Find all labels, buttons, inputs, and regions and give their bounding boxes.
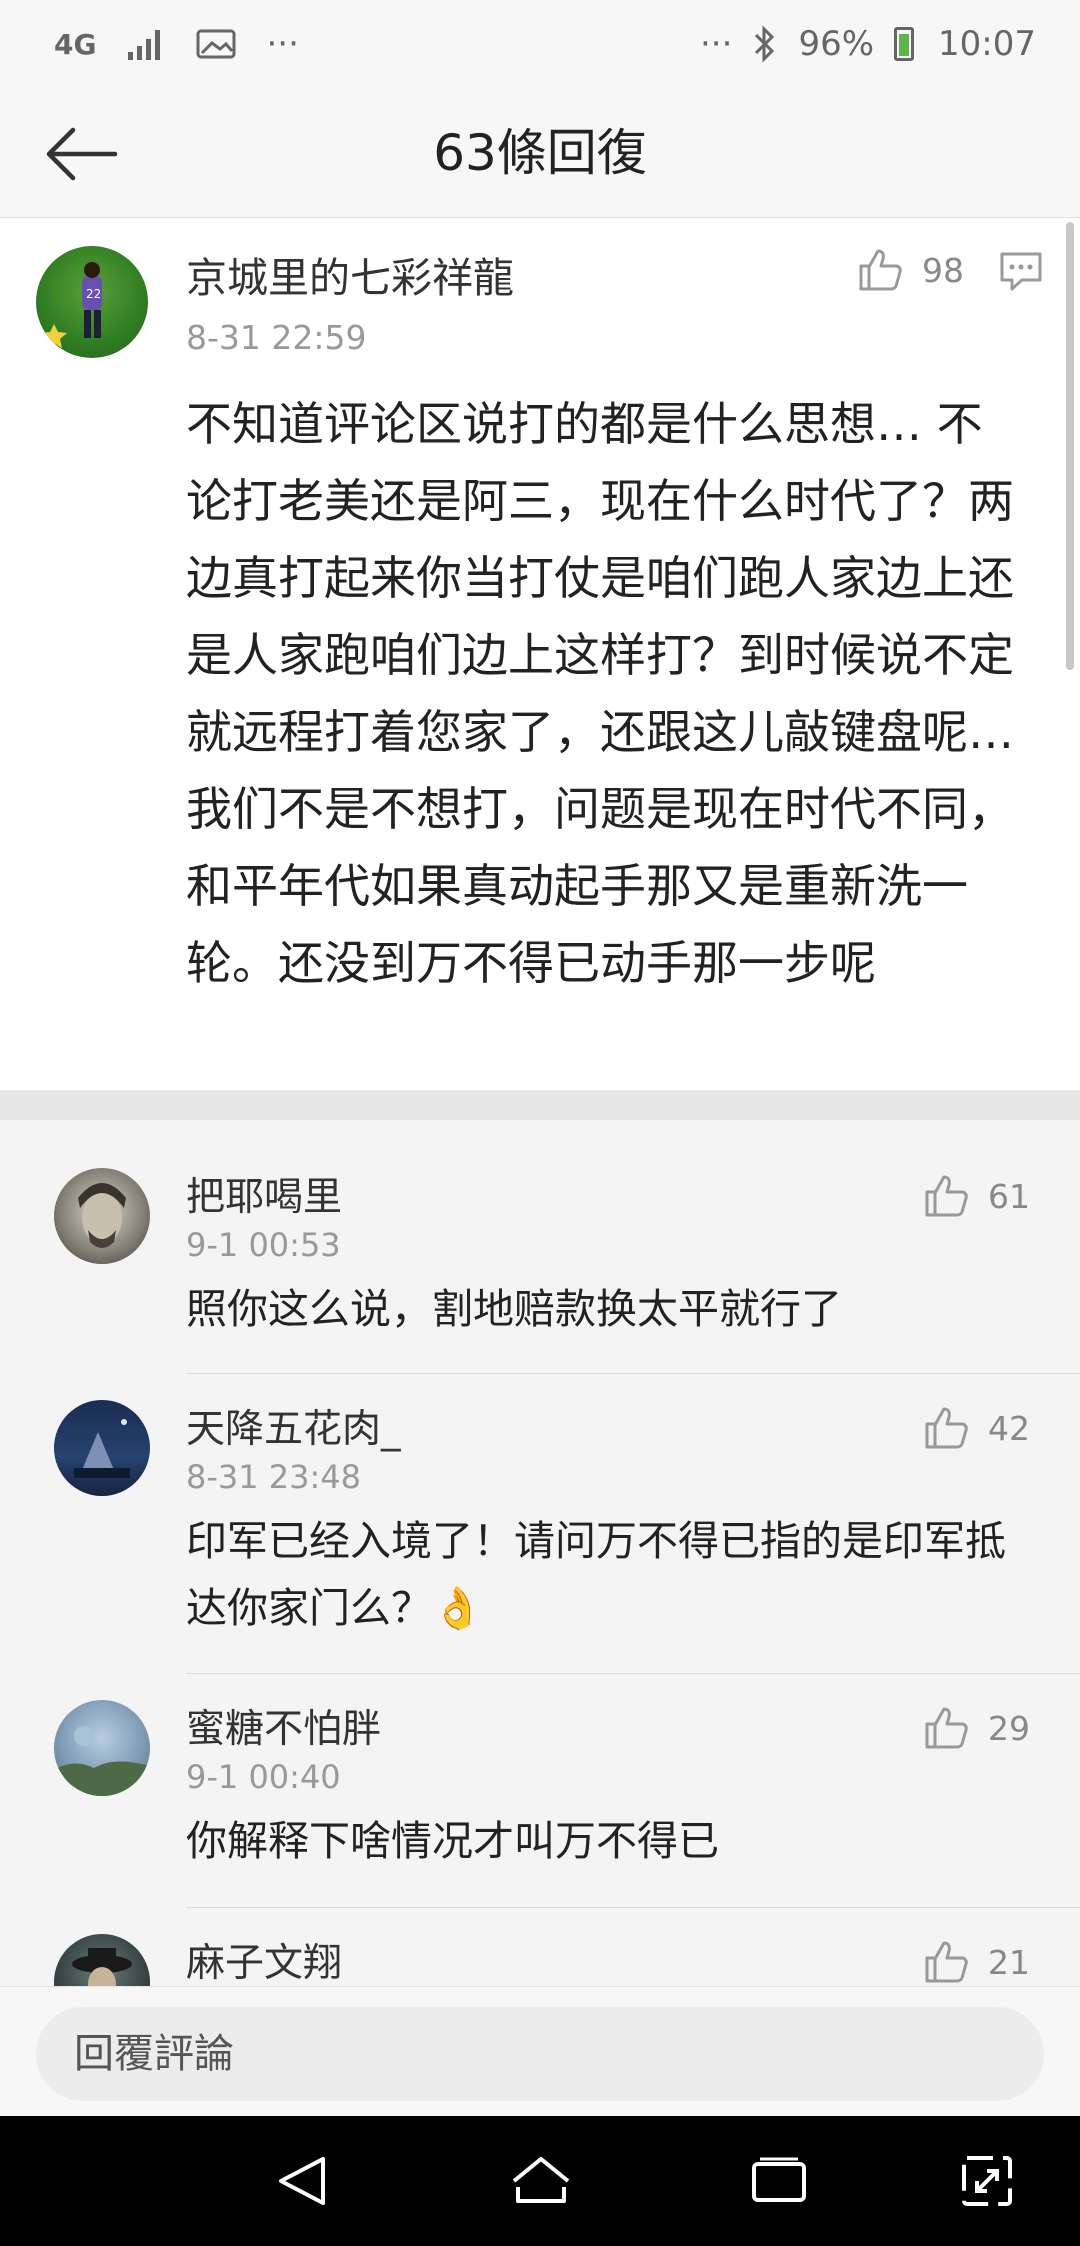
comment-text: 不知道评论区说打的都是什么思想… 不论打老美还是阿三，现在什么时代了？两边真打起… — [186, 397, 1014, 990]
like-button[interactable]: 21 — [922, 1938, 1030, 1986]
system-nav-bar — [0, 2116, 1080, 2246]
reply-username[interactable]: 天降五花肉_ — [186, 1398, 401, 1454]
thumbs-up-icon — [859, 249, 902, 291]
more-right-label: ··· — [700, 24, 733, 64]
like-button[interactable]: 42 — [922, 1404, 1030, 1452]
list-item: 天降五花肉_ 8-31 23:48 42 印军已经入境了！请问万不得已指的是印军… — [0, 1374, 1080, 1674]
network-type-label: 4G — [54, 27, 97, 61]
like-count: 29 — [988, 1708, 1030, 1748]
reply-input[interactable]: 回覆評論 — [36, 2007, 1044, 2101]
list-item: 把耶喝里 9-1 00:53 61 照你这么说，割地赔款换太平就行了 — [0, 1142, 1080, 1374]
thumbs-up-icon — [925, 1941, 968, 1983]
avatar[interactable] — [54, 1934, 150, 1986]
thumbs-up-icon — [925, 1407, 968, 1449]
like-button[interactable]: 98 — [856, 246, 964, 294]
reply-text: 印军已经入境了！请问万不得已指的是印军抵达你家门么？👌 — [186, 1517, 1006, 1632]
like-button[interactable]: 29 — [922, 1704, 1030, 1752]
nav-expand-button[interactable] — [952, 2146, 1022, 2216]
bluetooth-icon — [752, 24, 778, 64]
thumbs-up-icon — [925, 1707, 968, 1749]
reply-username[interactable]: 蜜糖不怕胖 — [186, 1698, 381, 1754]
battery-icon — [894, 27, 915, 61]
nav-recents-button[interactable] — [744, 2146, 814, 2216]
reply-timestamp: 8-31 23:48 — [186, 1458, 362, 1496]
main-comment: 22 京城里的七彩祥龍 8-31 22:59 98 不知道评论区说打的都是什么思… — [0, 218, 1080, 1090]
avatar[interactable]: 22 — [36, 246, 148, 358]
reply-timestamp: 9-1 00:40 — [186, 1758, 341, 1796]
status-bar: 4G ··· ··· 96% 10:07 — [0, 0, 1080, 88]
nav-back-button[interactable] — [266, 2146, 336, 2216]
more-left-label: ··· — [266, 24, 299, 64]
avatar[interactable] — [54, 1168, 150, 1264]
reply-username[interactable]: 麻子文翔 — [186, 1932, 342, 1986]
svg-text:22: 22 — [86, 287, 101, 301]
like-count: 98 — [922, 250, 964, 290]
nav-home-button[interactable] — [506, 2146, 576, 2216]
like-button[interactable]: 61 — [922, 1172, 1030, 1220]
triangle-back-icon — [279, 2157, 325, 2205]
reply-text: 照你这么说，割地赔款换太平就行了 — [186, 1285, 842, 1333]
header-bar: 63條回復 — [0, 88, 1080, 218]
reply-text: 你解释下啥情况才叫万不得已 — [186, 1817, 719, 1865]
reply-username[interactable]: 把耶喝里 — [186, 1166, 342, 1222]
reply-input-bar: 回覆評論 — [0, 1986, 1080, 2116]
page-title: 63條回復 — [433, 124, 647, 182]
like-count: 61 — [988, 1176, 1030, 1216]
comment-timestamp: 8-31 22:59 — [186, 318, 367, 357]
list-item: 麻子文翔 21 — [0, 1908, 1080, 1986]
reply-comment-button[interactable] — [998, 250, 1044, 294]
list-item: 蜜糖不怕胖 9-1 00:40 29 你解释下啥情况才叫万不得已 — [0, 1674, 1080, 1908]
home-icon — [512, 2157, 570, 2203]
avatar[interactable] — [54, 1700, 150, 1796]
signal-icon — [126, 24, 166, 64]
expand-icon — [962, 2156, 1012, 2206]
image-icon — [196, 24, 236, 64]
comment-username[interactable]: 京城里的七彩祥龍 — [186, 244, 514, 304]
battery-percent: 96% — [798, 24, 875, 64]
reply-timestamp: 9-1 00:53 — [186, 1226, 341, 1264]
like-count: 21 — [988, 1942, 1030, 1982]
scrollbar[interactable] — [1066, 222, 1074, 670]
clock: 10:07 — [938, 24, 1036, 64]
section-divider — [0, 1090, 1080, 1120]
comment-icon — [1000, 252, 1042, 291]
reply-list: 把耶喝里 9-1 00:53 61 照你这么说，割地赔款换太平就行了 天降五花肉… — [0, 1120, 1080, 1986]
thumbs-up-icon — [925, 1175, 968, 1217]
recents-icon — [752, 2157, 806, 2202]
avatar[interactable] — [54, 1400, 150, 1496]
like-count: 42 — [988, 1408, 1030, 1448]
